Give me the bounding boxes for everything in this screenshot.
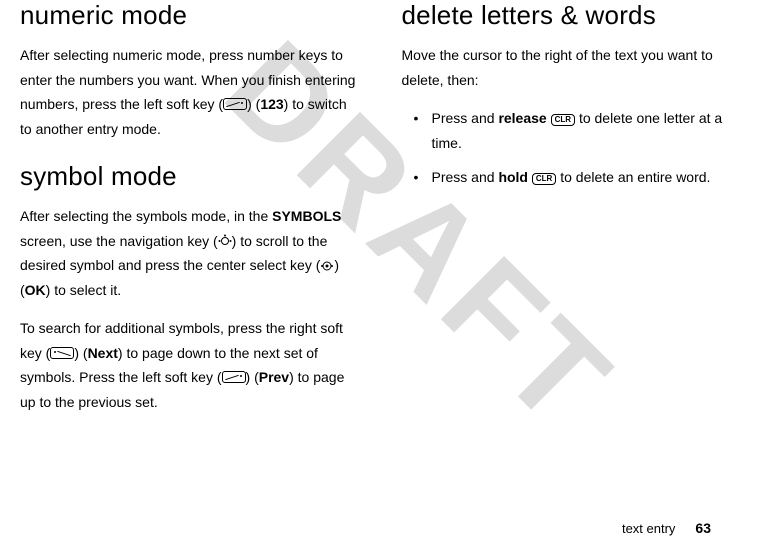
left-soft-key-icon <box>222 371 246 383</box>
paragraph-delete-intro: Move the cursor to the right of the text… <box>402 43 738 92</box>
label-symbols: SYMBOLS <box>272 208 341 224</box>
heading-delete: delete letters & words <box>402 0 738 31</box>
text: to delete an entire word. <box>556 169 710 185</box>
navigation-key-icon <box>218 234 232 248</box>
text: Press and <box>432 110 499 126</box>
label-ok: OK <box>25 282 46 298</box>
bold-hold: hold <box>498 169 528 185</box>
paragraph-symbol-1: After selecting the symbols mode, in the… <box>20 204 356 302</box>
text: ) ( <box>246 369 259 385</box>
clr-key-icon: CLR <box>551 114 575 126</box>
center-select-key-icon <box>320 259 334 273</box>
footer-section-label: text entry <box>622 521 675 536</box>
text: ) ( <box>74 345 87 361</box>
right-column: delete letters & words Move the cursor t… <box>402 0 738 428</box>
text: After selecting the symbols mode, in the <box>20 208 272 224</box>
left-soft-key-icon <box>223 98 247 110</box>
heading-numeric-mode: numeric mode <box>20 0 356 31</box>
page-content: numeric mode After selecting numeric mod… <box>0 0 757 428</box>
page-footer: text entry 63 <box>622 520 711 536</box>
text: Press and <box>432 169 499 185</box>
paragraph-symbol-2: To search for additional symbols, press … <box>20 316 356 414</box>
page-number: 63 <box>695 520 711 536</box>
clr-key-icon: CLR <box>532 173 556 185</box>
right-soft-key-icon <box>50 347 74 359</box>
text: ) ( <box>247 96 260 112</box>
heading-symbol-mode: symbol mode <box>20 161 356 192</box>
list-item: Press and hold CLR to delete an entire w… <box>402 165 738 190</box>
text: screen, use the navigation key ( <box>20 233 218 249</box>
bold-release: release <box>498 110 546 126</box>
label-prev: Prev <box>259 369 289 385</box>
delete-list: Press and release CLR to delete one lett… <box>402 106 738 190</box>
label-next: Next <box>88 345 118 361</box>
list-item: Press and release CLR to delete one lett… <box>402 106 738 155</box>
paragraph-numeric: After selecting numeric mode, press numb… <box>20 43 356 141</box>
text: ) to select it. <box>46 282 121 298</box>
label-123: 123 <box>260 96 283 112</box>
left-column: numeric mode After selecting numeric mod… <box>20 0 356 428</box>
